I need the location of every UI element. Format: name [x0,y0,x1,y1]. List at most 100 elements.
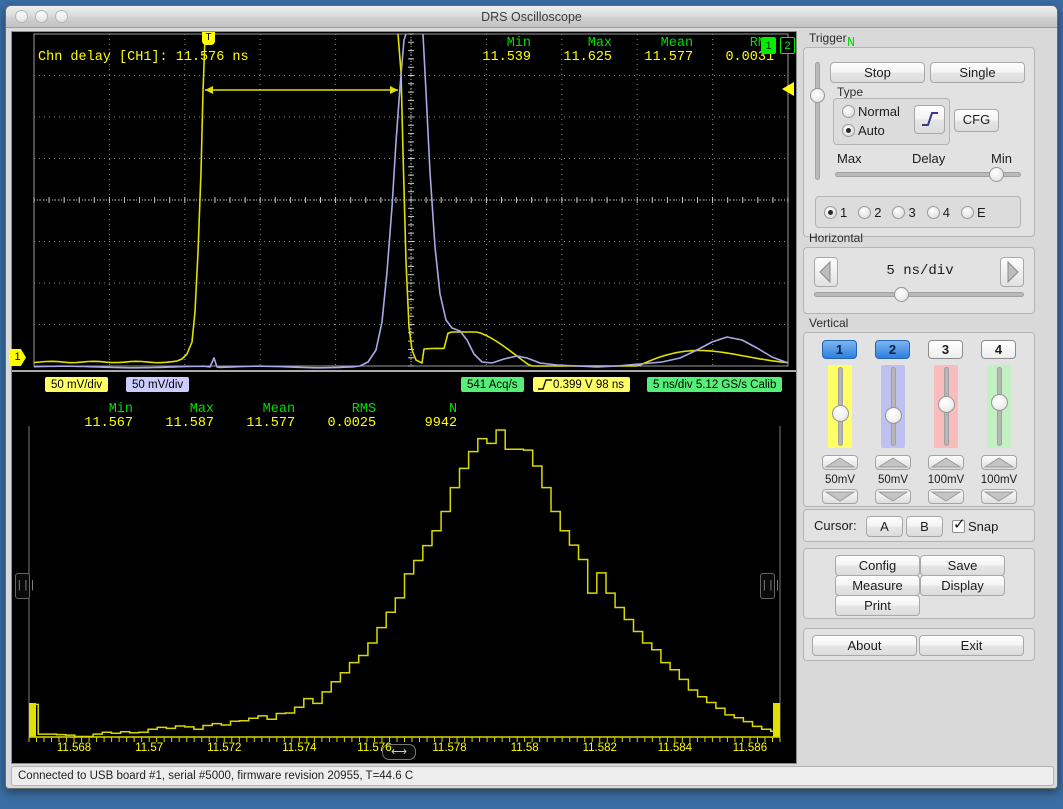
trigger-source-1[interactable]: 1 [824,204,847,221]
trigger-source-radio-E[interactable] [961,206,974,219]
trigger-source-label-3: 3 [908,205,915,220]
about-button[interactable]: About [812,635,917,656]
trigger-source-2[interactable]: 2 [858,204,881,221]
minimize-button[interactable] [35,10,48,23]
stop-button[interactable]: Stop [830,62,925,83]
timebase-increase-button[interactable] [1000,257,1024,287]
window-title: DRS Oscilloscope [6,6,1057,28]
trigger-source-radio-4[interactable] [927,206,940,219]
exit-button[interactable]: Exit [919,635,1024,656]
trigger-source-label-1: 1 [840,205,847,220]
snap-checkbox[interactable] [952,520,965,533]
trigger-level-slider-knob[interactable] [810,88,825,103]
trigger-delay-label: Delay [912,151,945,166]
close-button[interactable] [15,10,28,23]
cursor-group: Cursor: A B Snap [803,509,1035,542]
trigger-edge-button[interactable] [914,105,945,134]
trigger-source-radio-1[interactable] [824,206,837,219]
trigger-source-radio-3[interactable] [892,206,905,219]
vertical-box: 150mV250mV3100mV4100mV [803,332,1035,507]
vertical-gain-up-2[interactable] [875,455,911,470]
cursor-snap-toggle[interactable]: Snap [952,518,998,536]
cursor-b-button[interactable]: B [906,516,943,537]
waveform-channel-badge-2[interactable]: 2 [780,37,795,54]
waveform-display[interactable]: Min Max Mean RMS N Chn delay [CH1]: 11.5… [12,32,796,372]
snap-label: Snap [968,519,998,534]
vertical-channel-button-4[interactable]: 4 [981,340,1016,359]
chevron-right-icon [1001,258,1023,286]
trigger-type-normal-radio[interactable] [842,105,855,118]
waveform-measure-line: Chn delay [CH1]: 11.576 ns [38,50,249,65]
chevron-left-icon [815,258,837,286]
trigger-type-auto[interactable]: Auto [842,122,885,140]
horizontal-box: 5 ns/div [803,247,1035,314]
timebase-decrease-button[interactable] [814,257,838,287]
histogram-axis-label: 11.578 [414,742,486,754]
chip-ch1-scale[interactable]: 50 mV/div [44,376,109,393]
vertical-gain-down-2[interactable] [875,489,911,504]
vertical-channel-button-2[interactable]: 2 [875,340,910,359]
trigger-source-E[interactable]: E [961,204,986,221]
actions-box: Config Save Measure Display Print [803,548,1035,619]
histogram-display[interactable]: Min Max Mean RMS N 11.567 11.587 11.577 … [12,400,796,763]
control-sidebar: Trigger Stop Single Type Normal Auto [803,31,1035,764]
window-body: Min Max Mean RMS N Chn delay [CH1]: 11.5… [6,28,1057,789]
trigger-type-label: Type [837,85,863,99]
measure-button[interactable]: Measure [835,575,920,596]
vertical-gain-down-4[interactable] [981,489,1017,504]
cursor-a-button[interactable]: A [866,516,903,537]
vertical-gain-up-3[interactable] [928,455,964,470]
scope-status-chips: 50 mV/div 50 mV/div 541 Acq/s 0.399 V 98… [12,372,796,398]
trigger-source-row: 1 2 34 E [824,204,997,222]
config-button[interactable]: Config [835,555,920,576]
vertical-gain-up-4[interactable] [981,455,1017,470]
trigger-source-label-E: E [977,205,986,220]
vertical-channel-button-1[interactable]: 1 [822,340,857,359]
trigger-type-auto-radio[interactable] [842,124,855,137]
timebase-value: 5 ns/div [868,263,972,279]
footer-group: About Exit [803,628,1035,661]
status-bar: Connected to USB board #1, serial #5000,… [11,766,1054,786]
histogram-plot [12,400,796,763]
vertical-scale-label-2: 50mV [870,474,916,486]
trigger-source-4[interactable]: 4 [927,204,950,221]
timebase-slider-knob[interactable] [894,287,909,302]
display-button[interactable]: Display [920,575,1005,596]
waveform-channel-badge-1[interactable]: 1 [761,37,776,54]
histogram-right-handle[interactable]: ||| [760,573,775,599]
histogram-axis-label: 11.574 [263,742,335,754]
vertical-offset-knob-3[interactable] [938,396,955,413]
trigger-delay-slider-knob[interactable] [989,167,1004,182]
vertical-offset-knob-1[interactable] [832,405,849,422]
cursor-box: Cursor: A B Snap [803,509,1035,542]
zoom-button[interactable] [55,10,68,23]
app-window: DRS Oscilloscope Min Max Mean RMS N Chn … [5,5,1058,789]
histogram-axis-label: 11.58 [489,742,561,754]
save-button[interactable]: Save [920,555,1005,576]
rising-edge-icon [537,378,553,391]
trigger-type-normal[interactable]: Normal [842,103,900,121]
trigger-source-box: 1 2 34 E [815,196,1021,228]
single-button[interactable]: Single [930,62,1025,83]
vertical-gain-up-1[interactable] [822,455,858,470]
histogram-axis-label: 11.584 [639,742,711,754]
vertical-gain-down-1[interactable] [822,489,858,504]
vertical-offset-slider-bg-3 [934,365,958,448]
trigger-group-label: Trigger [803,31,1035,47]
trigger-position-marker[interactable]: T [202,32,215,45]
trigger-cfg-button[interactable]: CFG [954,109,999,132]
trigger-source-label-2: 2 [874,205,881,220]
vertical-channel-button-3[interactable]: 3 [928,340,963,359]
trigger-source-radio-2[interactable] [858,206,871,219]
vertical-offset-knob-2[interactable] [885,407,902,424]
histogram-left-handle[interactable]: ||| [15,573,30,599]
timebase-slider-track[interactable] [814,292,1024,297]
vertical-gain-down-3[interactable] [928,489,964,504]
trigger-source-3[interactable]: 3 [892,204,915,221]
print-button[interactable]: Print [835,595,920,616]
chip-ch2-scale[interactable]: 50 mV/div [125,376,190,393]
trigger-level-slider-track[interactable] [815,62,820,180]
vertical-offset-knob-4[interactable] [991,394,1008,411]
footer-box: About Exit [803,628,1035,661]
trigger-delay-max-label: Max [837,151,862,166]
